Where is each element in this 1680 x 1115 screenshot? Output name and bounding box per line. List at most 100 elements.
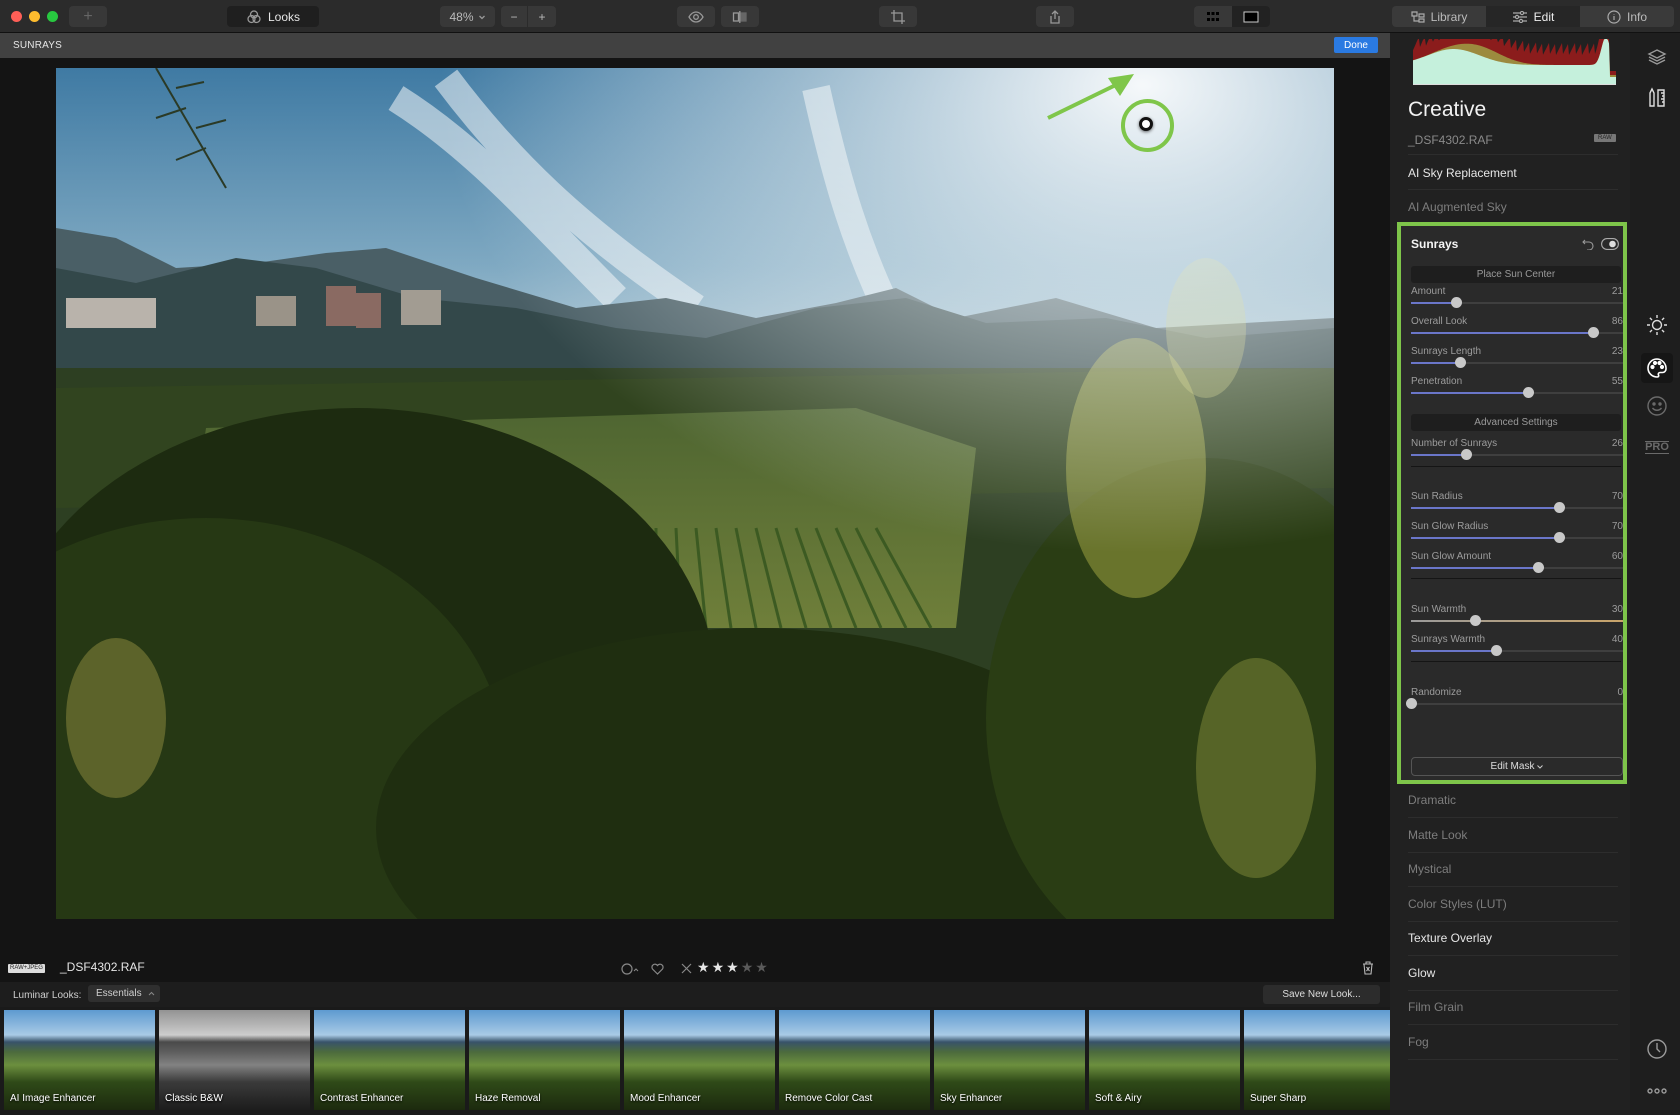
pro-tools-button[interactable]: PRO — [1645, 435, 1669, 459]
zoom-out-button[interactable]: − — [501, 6, 528, 27]
reset-icon[interactable] — [1582, 238, 1594, 250]
slider-track[interactable] — [1411, 357, 1623, 368]
essentials-tools-button[interactable] — [1645, 313, 1669, 337]
portrait-tools-button[interactable] — [1645, 394, 1669, 418]
filter-fog[interactable]: Fog — [1408, 1035, 1429, 1049]
slider-track[interactable] — [1411, 615, 1623, 626]
star-rating[interactable]: ★ ★ ★ ★ ★ — [697, 959, 768, 976]
slider-track[interactable] — [1411, 327, 1623, 338]
slider-track[interactable] — [1411, 297, 1623, 308]
filter-ai-sky-replacement[interactable]: AI Sky Replacement — [1408, 166, 1517, 180]
slider-randomize[interactable]: Randomize 0 — [1406, 687, 1623, 717]
slider-track[interactable] — [1411, 502, 1623, 513]
zoom-dropdown[interactable]: 48% — [440, 6, 495, 27]
filter-color-styles-lut[interactable]: Color Styles (LUT) — [1408, 897, 1507, 911]
photo-preview[interactable] — [56, 68, 1334, 919]
slider-number-of-sunrays[interactable]: Number of Sunrays 26 — [1411, 438, 1623, 468]
trash-icon[interactable] — [1362, 961, 1374, 975]
rating-star[interactable]: ★ — [712, 959, 725, 976]
slider-sunrays-warmth[interactable]: Sunrays Warmth 40 — [1411, 634, 1623, 664]
history-button[interactable] — [1645, 1037, 1669, 1061]
slider-handle[interactable] — [1490, 645, 1502, 656]
creative-tools-button[interactable] — [1641, 353, 1673, 383]
crop-button[interactable] — [879, 6, 917, 27]
looks-category-dropdown[interactable]: Essentials — [88, 985, 160, 1002]
filter-glow[interactable]: Glow — [1408, 966, 1435, 980]
slider-track[interactable] — [1411, 562, 1623, 573]
image-canvas[interactable]: Image processing... — [0, 58, 1390, 992]
looks-button[interactable]: Looks — [227, 6, 319, 27]
slider-amount[interactable]: Amount 21 — [1411, 286, 1623, 316]
canvas-tools-button[interactable] — [1645, 86, 1669, 110]
done-button[interactable]: Done — [1334, 37, 1378, 53]
filter-matte-look[interactable]: Matte Look — [1408, 828, 1467, 842]
look-thumbnail[interactable]: Remove Color Cast — [779, 1010, 930, 1110]
slider-handle[interactable] — [1533, 562, 1545, 573]
layers-button[interactable] — [1645, 45, 1669, 69]
slider-penetration[interactable]: Penetration 55 — [1411, 376, 1623, 406]
slider-handle[interactable] — [1554, 502, 1566, 513]
reject-icon[interactable] — [681, 963, 692, 974]
look-thumbnail[interactable]: Haze Removal — [469, 1010, 620, 1110]
slider-track[interactable] — [1411, 532, 1623, 543]
slider-handle[interactable] — [1406, 698, 1417, 709]
slider-track[interactable] — [1411, 387, 1623, 398]
slider-overall-look[interactable]: Overall Look 86 — [1411, 316, 1623, 346]
filter-dramatic[interactable]: Dramatic — [1408, 793, 1456, 807]
slider-sun-warmth[interactable]: Sun Warmth 30 — [1411, 604, 1623, 634]
single-view-button[interactable] — [1232, 6, 1270, 27]
slider-handle[interactable] — [1588, 327, 1600, 338]
close-window-button[interactable] — [11, 11, 22, 22]
zoom-in-button[interactable]: + — [528, 6, 556, 27]
slider-track[interactable] — [1411, 645, 1623, 656]
grid-view-button[interactable] — [1194, 6, 1232, 27]
slider-handle[interactable] — [1554, 532, 1566, 543]
look-thumbnail[interactable]: Sky Enhancer — [934, 1010, 1085, 1110]
slider-track[interactable] — [1406, 698, 1623, 709]
slider-sun-glow-radius[interactable]: Sun Glow Radius 70 — [1411, 521, 1623, 551]
share-button[interactable] — [1036, 6, 1074, 27]
look-thumbnail[interactable]: Mood Enhancer — [624, 1010, 775, 1110]
look-thumbnail[interactable]: Super Sharp — [1244, 1010, 1395, 1110]
look-thumbnail[interactable]: Contrast Enhancer — [314, 1010, 465, 1110]
heart-icon[interactable] — [651, 963, 664, 975]
rating-star[interactable]: ★ — [755, 959, 768, 976]
advanced-settings-header[interactable]: Advanced Settings — [1411, 414, 1621, 431]
rating-star[interactable]: ★ — [741, 959, 754, 976]
add-images-button[interactable]: + — [69, 6, 107, 27]
sun-center-handle[interactable] — [1139, 117, 1153, 131]
slider-sun-glow-amount[interactable]: Sun Glow Amount 60 — [1411, 551, 1623, 581]
slider-label: Sun Radius — [1411, 491, 1463, 502]
slider-handle[interactable] — [1461, 449, 1473, 460]
filter-toggle[interactable] — [1601, 238, 1619, 250]
look-thumbnail[interactable]: AI Image Enhancer — [4, 1010, 155, 1110]
filter-film-grain[interactable]: Film Grain — [1408, 1000, 1463, 1014]
minimize-window-button[interactable] — [29, 11, 40, 22]
tab-library[interactable]: Library — [1392, 6, 1486, 27]
slider-handle[interactable] — [1469, 615, 1481, 626]
slider-sunrays-length[interactable]: Sunrays Length 23 — [1411, 346, 1623, 376]
tab-info[interactable]: Info — [1580, 6, 1674, 27]
rating-star[interactable]: ★ — [726, 959, 739, 976]
compare-button[interactable] — [721, 6, 759, 27]
filter-mystical[interactable]: Mystical — [1408, 862, 1451, 876]
slider-sun-radius[interactable]: Sun Radius 70 — [1411, 491, 1623, 521]
color-label-icon[interactable] — [621, 963, 641, 975]
slider-handle[interactable] — [1454, 357, 1466, 368]
save-new-look-button[interactable]: Save New Look... — [1263, 985, 1380, 1004]
preview-button[interactable] — [677, 6, 715, 27]
look-thumbnail[interactable]: Classic B&W — [159, 1010, 310, 1110]
more-options-button[interactable] — [1645, 1079, 1669, 1103]
maximize-window-button[interactable] — [47, 11, 58, 22]
edit-mask-button[interactable]: Edit Mask — [1411, 757, 1623, 776]
filter-ai-augmented-sky[interactable]: AI Augmented Sky — [1408, 200, 1507, 214]
look-thumbnail[interactable]: Soft & Airy — [1089, 1010, 1240, 1110]
tab-edit[interactable]: Edit — [1486, 6, 1580, 27]
rating-star[interactable]: ★ — [697, 959, 710, 976]
place-sun-center-button[interactable]: Place Sun Center — [1411, 266, 1621, 283]
filter-texture-overlay[interactable]: Texture Overlay — [1408, 931, 1492, 945]
slider-handle[interactable] — [1450, 297, 1462, 308]
slider-handle[interactable] — [1522, 387, 1534, 398]
slider-track[interactable] — [1411, 449, 1623, 460]
looks-category-label: Luminar Looks: — [13, 990, 82, 1001]
